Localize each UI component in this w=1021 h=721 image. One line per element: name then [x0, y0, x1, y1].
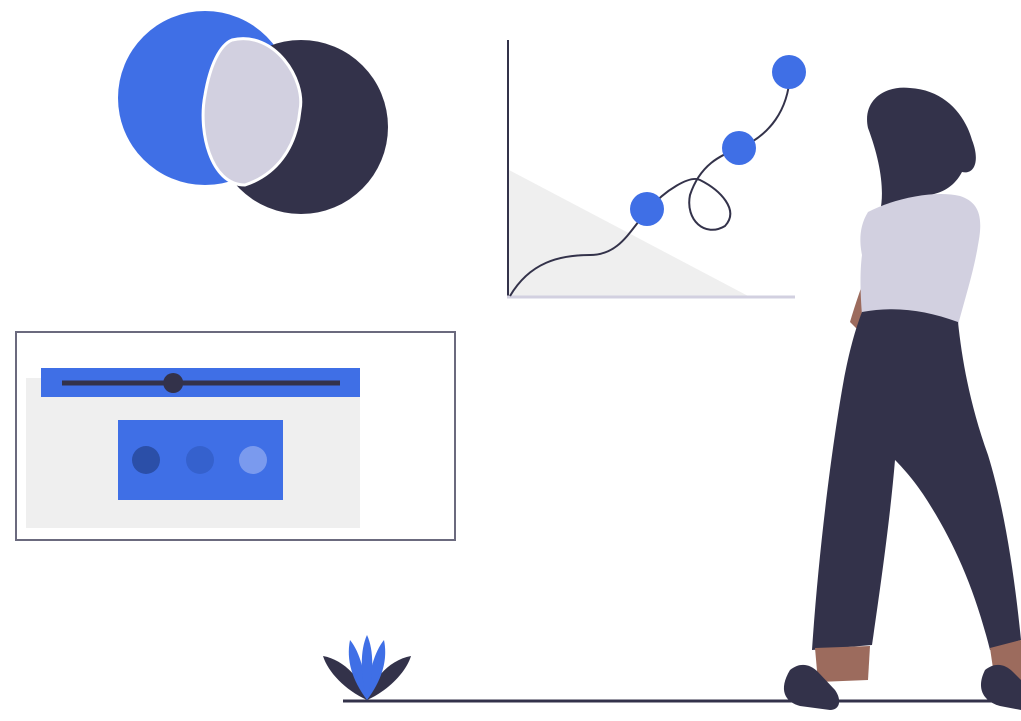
- slider-panel-icon: [15, 331, 456, 541]
- carousel-dot: [186, 446, 214, 474]
- chart-point: [630, 192, 664, 226]
- illustration-canvas: [15, 11, 1021, 710]
- carousel-dot: [239, 446, 267, 474]
- chart-point: [772, 55, 806, 89]
- venn-diagram-icon: [118, 11, 388, 214]
- plant-icon: [323, 635, 411, 700]
- carousel-dot: [132, 446, 160, 474]
- line-chart-icon: [507, 40, 806, 299]
- illustration-stage: [0, 0, 1021, 721]
- chart-point: [722, 131, 756, 165]
- slider-handle: [163, 373, 184, 393]
- person-icon: [783, 87, 1021, 710]
- person-shirt: [860, 193, 981, 325]
- person-pants: [812, 309, 1021, 650]
- person-leg: [815, 646, 870, 682]
- person-hair: [867, 87, 976, 212]
